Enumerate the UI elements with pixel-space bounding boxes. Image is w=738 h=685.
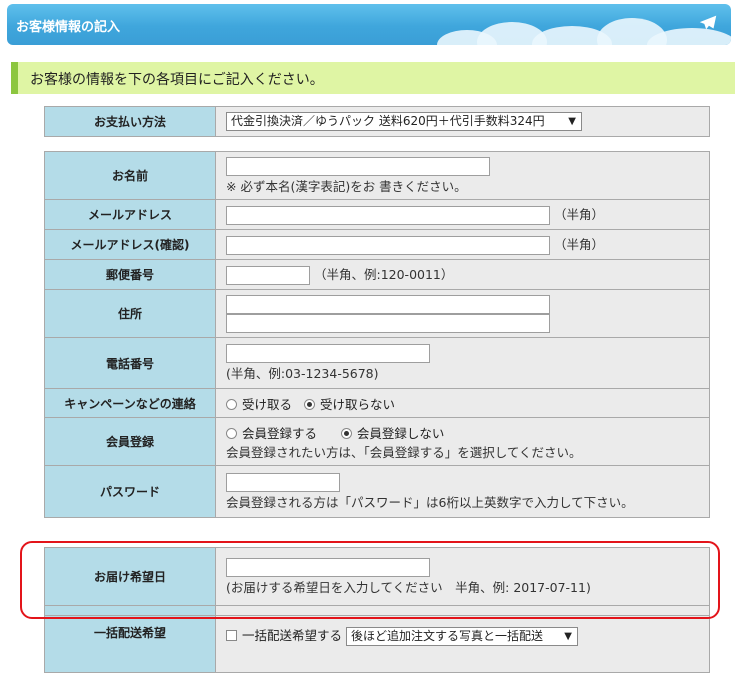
bulk-delivery-checkbox-label: 一括配送希望する xyxy=(242,628,343,643)
chevron-down-icon: ▼ xyxy=(564,631,572,642)
campaign-option-decline[interactable]: 受け取らない xyxy=(303,396,395,412)
name-cell: ※ 必ず本名(漢字表記)をお 書きください。 xyxy=(215,151,710,200)
delivery-date-input[interactable] xyxy=(226,557,430,577)
address-cell xyxy=(215,289,710,338)
page-title: お客様情報の記入 xyxy=(16,20,121,35)
address-line2-input[interactable] xyxy=(226,313,550,333)
membership-option-no-register-label: 会員登録しない xyxy=(356,425,445,441)
password-label: パスワード xyxy=(44,465,216,518)
bulk-delivery-label: 一括配送希望 xyxy=(44,615,216,673)
email-confirm-input[interactable] xyxy=(226,236,550,255)
membership-option-register-label: 会員登録する xyxy=(242,425,318,441)
radio-icon xyxy=(226,427,237,439)
payment-method-select[interactable]: 代金引換決済／ゆうパック 送料620円＋代引手数料324円 ▼ xyxy=(226,112,582,131)
checkbox-icon xyxy=(226,630,237,641)
email-label: メールアドレス xyxy=(44,199,216,230)
payment-method-select-value: 代金引換決済／ゆうパック 送料620円＋代引手数料324円 xyxy=(231,114,545,128)
radio-icon xyxy=(226,398,237,410)
phone-input[interactable] xyxy=(226,344,430,363)
bulk-delivery-checkbox[interactable]: 一括配送希望する xyxy=(226,628,346,643)
airplane-icon xyxy=(699,15,717,30)
delivery-date-label: お届け希望日 xyxy=(44,547,216,606)
customer-info-table: お名前 ※ 必ず本名(漢字表記)をお 書きください。 メールアドレス （半角） … xyxy=(44,151,710,518)
postal-code-input[interactable] xyxy=(226,266,310,285)
name-input[interactable] xyxy=(226,156,490,176)
address-label: 住所 xyxy=(44,289,216,338)
email-confirm-label: メールアドレス(確認) xyxy=(44,229,216,260)
payment-table: お支払い方法 代金引換決済／ゆうパック 送料620円＋代引手数料324円 ▼ xyxy=(44,106,710,137)
bulk-delivery-select[interactable]: 後ほど追加注文する写真と一括配送 ▼ xyxy=(346,627,578,646)
postal-code-label: 郵便番号 xyxy=(44,259,216,290)
radio-checked-icon xyxy=(303,398,315,410)
payment-method-label: お支払い方法 xyxy=(44,106,216,137)
email-confirm-cell: （半角） xyxy=(215,229,710,260)
membership-option-no-register[interactable]: 会員登録しない xyxy=(340,425,445,441)
title-bar: お客様情報の記入 xyxy=(7,4,731,45)
membership-option-register[interactable]: 会員登録する xyxy=(226,426,321,441)
section-heading-text: お客様の情報を下の各項目にご記入ください。 xyxy=(30,72,324,88)
spacer-label-cell xyxy=(44,605,216,616)
delivery-table: お届け希望日 (お届けする希望日を入力してください 半角、例: 2017-07-… xyxy=(44,547,710,673)
membership-cell: 会員登録する 会員登録しない 会員登録されたい方は、「会員登録する」を選択してく… xyxy=(215,417,710,466)
password-cell: 会員登録される方は「パスワード」は6桁以上英数字で入力して下さい。 xyxy=(215,465,710,518)
bulk-delivery-select-value: 後ほど追加注文する写真と一括配送 xyxy=(351,629,544,643)
payment-method-cell: 代金引換決済／ゆうパック 送料620円＋代引手数料324円 ▼ xyxy=(215,106,710,137)
phone-note: (半角、例:03-1234-5678) xyxy=(226,366,379,381)
membership-label: 会員登録 xyxy=(44,417,216,466)
address-line1-input[interactable] xyxy=(226,294,550,314)
postal-code-cell: （半角、例:120-0011） xyxy=(215,259,710,290)
spacer-field-cell xyxy=(215,605,710,616)
delivery-date-cell: (お届けする希望日を入力してください 半角、例: 2017-07-11) xyxy=(215,547,710,606)
password-note: 会員登録される方は「パスワード」は6桁以上英数字で入力して下さい。 xyxy=(226,494,634,510)
name-label: お名前 xyxy=(44,151,216,200)
postal-code-note: （半角、例:120-0011） xyxy=(313,267,454,282)
bulk-delivery-cell: 一括配送希望する 後ほど追加注文する写真と一括配送 ▼ xyxy=(215,615,710,673)
email-confirm-note: （半角） xyxy=(553,237,604,252)
campaign-label: キャンペーンなどの連絡 xyxy=(44,388,216,418)
campaign-option-receive[interactable]: 受け取る xyxy=(226,397,296,412)
phone-cell: (半角、例:03-1234-5678) xyxy=(215,337,710,389)
delivery-date-note: (お届けする希望日を入力してください 半角、例: 2017-07-11) xyxy=(226,579,591,595)
radio-checked-icon xyxy=(340,427,352,439)
membership-note: 会員登録されたい方は、「会員登録する」を選択してください。 xyxy=(226,444,582,460)
campaign-cell: 受け取る 受け取らない xyxy=(215,388,710,418)
chevron-down-icon: ▼ xyxy=(568,116,576,127)
campaign-option-decline-label: 受け取らない xyxy=(319,396,395,412)
campaign-option-receive-label: 受け取る xyxy=(242,396,293,412)
phone-label: 電話番号 xyxy=(44,337,216,389)
email-note: （半角） xyxy=(553,207,604,222)
email-input[interactable] xyxy=(226,206,550,225)
password-input[interactable] xyxy=(226,472,340,492)
section-heading: お客様の情報を下の各項目にご記入ください。 xyxy=(11,62,735,94)
email-cell: （半角） xyxy=(215,199,710,230)
name-note: ※ 必ず本名(漢字表記)をお 書きください。 xyxy=(226,178,467,194)
